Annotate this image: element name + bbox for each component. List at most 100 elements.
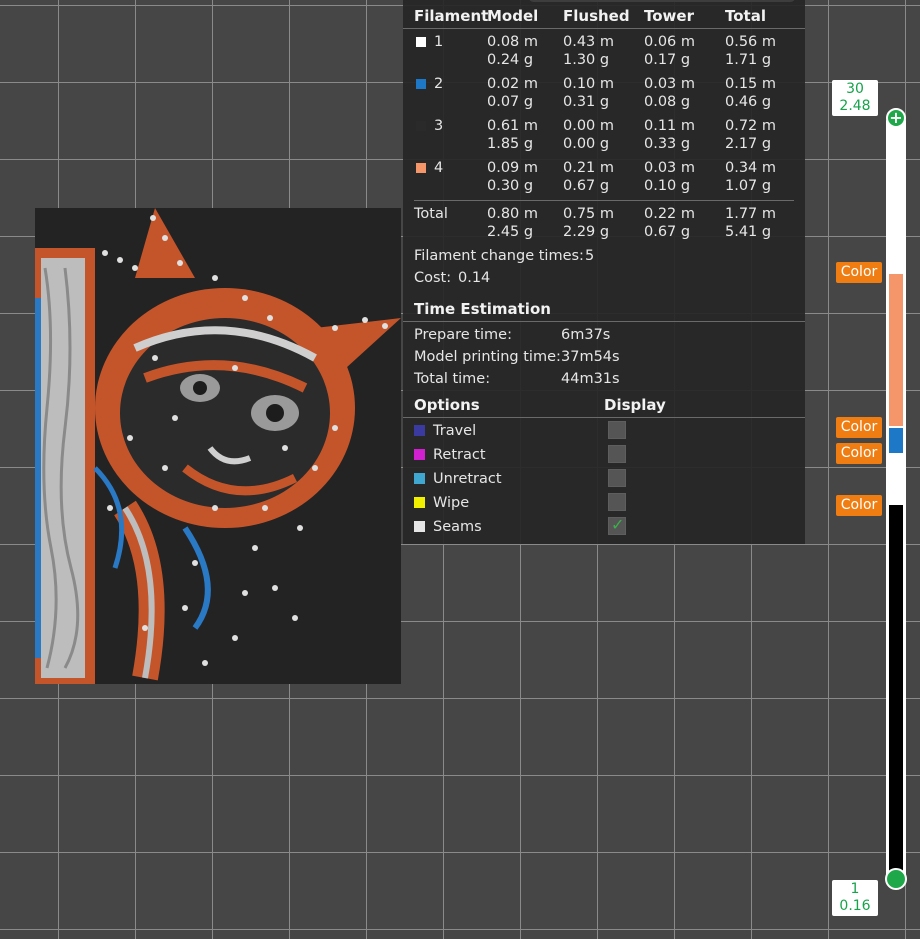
filament-color-swatch — [416, 37, 426, 47]
slider-segment-blue — [889, 428, 903, 453]
color-change-button[interactable]: Color — [836, 443, 882, 464]
retract-display-checkbox[interactable] — [608, 445, 626, 463]
header-total: Total — [725, 7, 766, 25]
bottom-layer-readout: 1 0.16 — [832, 880, 878, 916]
display-header: Display — [604, 396, 666, 414]
total-weight: 5.41 g — [725, 224, 772, 240]
wipe-display-checkbox[interactable] — [608, 493, 626, 511]
option-label: Wipe — [433, 495, 470, 511]
filament-id: 2 — [434, 76, 444, 92]
total-length: 1.77 m — [725, 206, 777, 222]
bottom-handle-icon[interactable] — [885, 868, 907, 890]
top-layer-readout: 30 2.48 — [832, 80, 878, 116]
filament-id: 4 — [434, 160, 444, 176]
filament-color-swatch — [416, 163, 426, 173]
model-preview[interactable] — [35, 208, 401, 684]
flushed-length: 0.21 m — [563, 160, 615, 176]
option-label: Unretract — [433, 471, 502, 487]
total-length: 0.56 m — [725, 34, 777, 50]
total-weight: 1.71 g — [725, 52, 772, 68]
total-time-label: Total time: — [414, 371, 491, 387]
tower-length: 0.06 m — [644, 34, 696, 50]
wipe-color-swatch — [414, 497, 425, 508]
flushed-length: 0.10 m — [563, 76, 615, 92]
total-divider — [414, 200, 794, 201]
flushed-weight: 0.31 g — [563, 94, 610, 110]
unretract-color-swatch — [414, 473, 425, 484]
flushed-weight: 0.00 g — [563, 136, 610, 152]
gcode-statistics-panel: Filament Model Flushed Tower Total 1 0.0… — [403, 0, 805, 544]
flushed-length: 0.75 m — [563, 206, 615, 222]
filament-change-value: 5 — [585, 248, 595, 264]
top-layer-number: 30 — [846, 81, 864, 97]
flushed-length: 0.00 m — [563, 118, 615, 134]
bottom-layer-number: 1 — [850, 881, 860, 897]
model-length: 0.02 m — [487, 76, 539, 92]
options-header: Options — [414, 396, 480, 414]
model-length: 0.08 m — [487, 34, 539, 50]
filament-color-swatch — [416, 79, 426, 89]
travel-color-swatch — [414, 425, 425, 436]
model-length: 0.61 m — [487, 118, 539, 134]
travel-display-checkbox[interactable] — [608, 421, 626, 439]
total-weight: 2.17 g — [725, 136, 772, 152]
cat-print-render — [35, 208, 401, 684]
color-change-button[interactable]: Color — [836, 495, 882, 516]
panel-top-tab — [528, 0, 796, 2]
total-weight: 0.46 g — [725, 94, 772, 110]
model-weight: 2.45 g — [487, 224, 534, 240]
model-printing-time-value: 37m54s — [561, 349, 620, 365]
top-layer-height: 2.48 — [839, 98, 871, 114]
header-model: Model — [487, 7, 539, 25]
slider-segment-orange — [889, 274, 903, 426]
options-divider — [403, 417, 805, 418]
filament-change-label: Filament change times: — [414, 248, 584, 264]
tower-length: 0.22 m — [644, 206, 696, 222]
cost-value: 0.14 — [458, 270, 491, 286]
flushed-weight: 0.67 g — [563, 178, 610, 194]
prepare-time-value: 6m37s — [561, 327, 611, 343]
tower-length: 0.11 m — [644, 118, 696, 134]
option-label: Travel — [433, 423, 477, 439]
model-length: 0.09 m — [487, 160, 539, 176]
bottom-layer-height: 0.16 — [839, 898, 871, 914]
total-label: Total — [414, 206, 448, 222]
retract-color-swatch — [414, 449, 425, 460]
total-weight: 1.07 g — [725, 178, 772, 194]
flushed-weight: 1.30 g — [563, 52, 610, 68]
time-estimation-title: Time Estimation — [414, 300, 551, 318]
tower-weight: 0.17 g — [644, 52, 691, 68]
header-tower: Tower — [644, 7, 694, 25]
model-weight: 1.85 g — [487, 136, 534, 152]
time-divider — [403, 321, 805, 322]
top-handle-plus-icon[interactable]: + — [886, 108, 906, 128]
model-printing-time-label: Model printing time: — [414, 349, 561, 365]
flushed-weight: 2.29 g — [563, 224, 610, 240]
tower-weight: 0.33 g — [644, 136, 691, 152]
color-change-button[interactable]: Color — [836, 417, 882, 438]
tower-length: 0.03 m — [644, 160, 696, 176]
total-length: 0.34 m — [725, 160, 777, 176]
seams-color-swatch — [414, 521, 425, 532]
total-time-value: 44m31s — [561, 371, 620, 387]
filament-id: 3 — [434, 118, 444, 134]
option-label: Seams — [433, 519, 482, 535]
model-weight: 0.07 g — [487, 94, 534, 110]
total-length: 0.72 m — [725, 118, 777, 134]
seams-display-checkbox[interactable] — [608, 515, 626, 535]
tower-weight: 0.08 g — [644, 94, 691, 110]
tower-weight: 0.10 g — [644, 178, 691, 194]
tower-weight: 0.67 g — [644, 224, 691, 240]
total-length: 0.15 m — [725, 76, 777, 92]
filament-color-swatch — [416, 121, 426, 131]
model-length: 0.80 m — [487, 206, 539, 222]
color-change-button[interactable]: Color — [836, 262, 882, 283]
tower-length: 0.03 m — [644, 76, 696, 92]
option-label: Retract — [433, 447, 486, 463]
slider-segment-black — [889, 505, 903, 873]
model-weight: 0.30 g — [487, 178, 534, 194]
unretract-display-checkbox[interactable] — [608, 469, 626, 487]
table-header-divider — [403, 28, 805, 29]
filament-id: 1 — [434, 34, 444, 50]
cost-label: Cost: — [414, 270, 452, 286]
